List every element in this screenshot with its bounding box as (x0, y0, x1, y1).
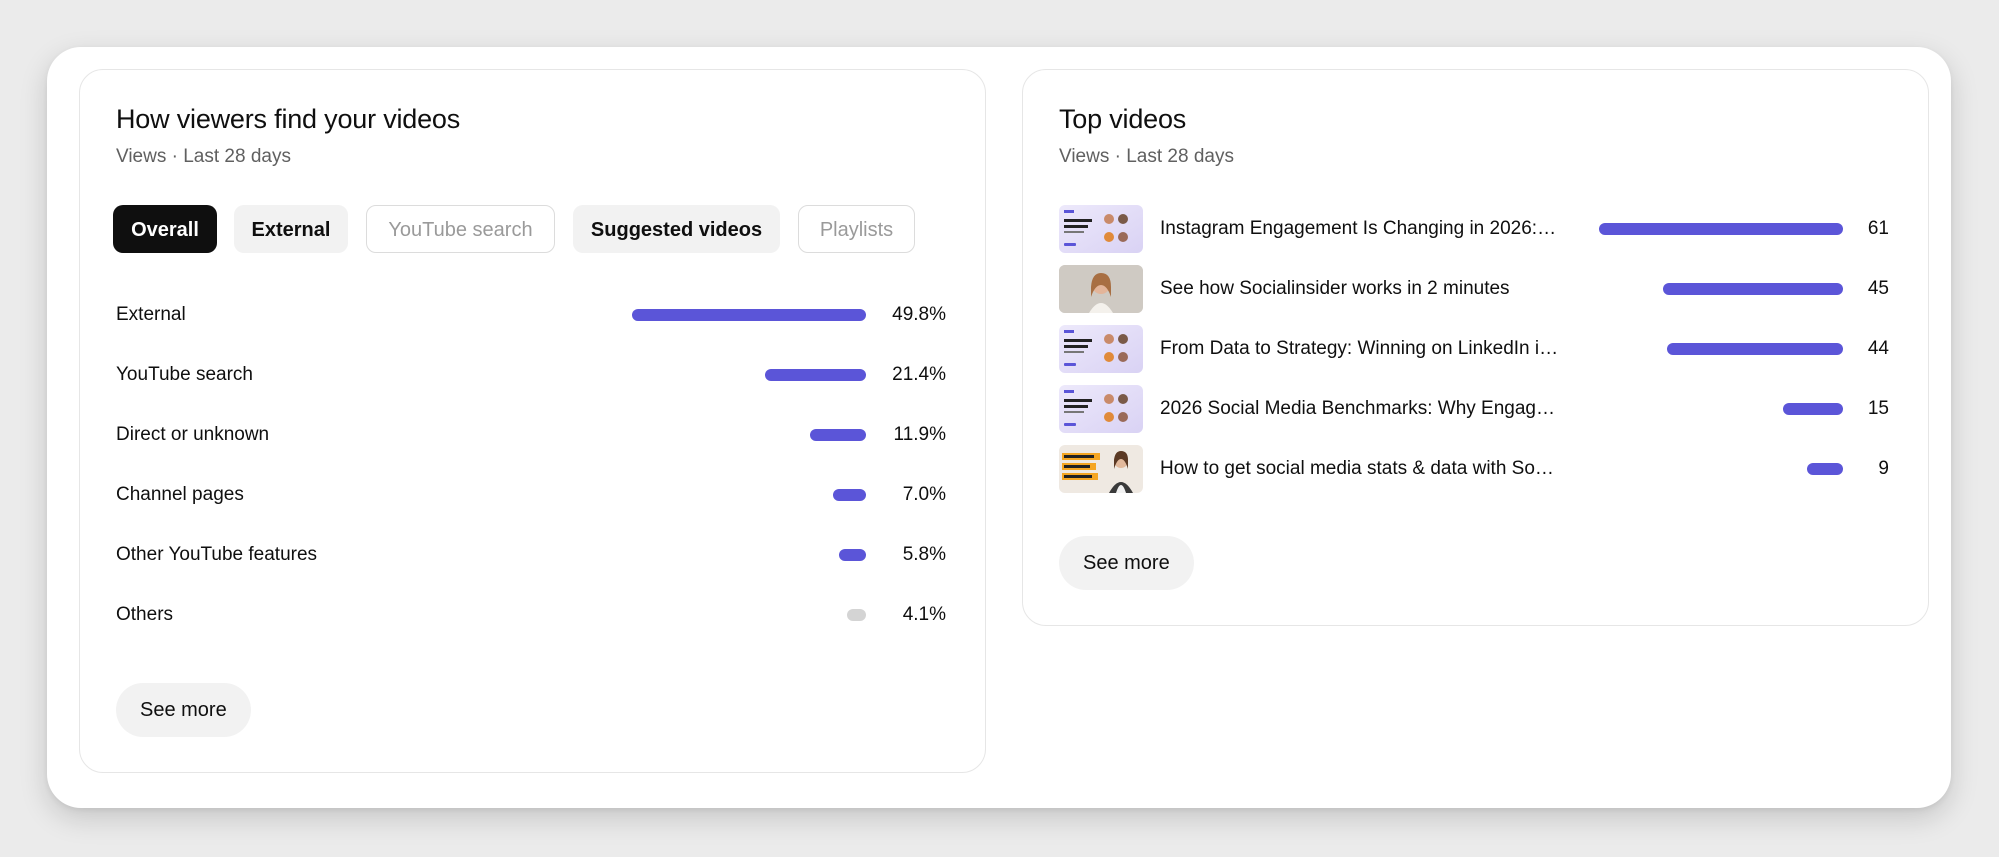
video-title[interactable]: 2026 Social Media Benchmarks: Why Engage… (1160, 398, 1560, 420)
traffic-source-value: 5.8% (902, 544, 946, 565)
video-title[interactable]: Instagram Engagement Is Changing in 2026… (1160, 218, 1560, 240)
video-views-bar (1667, 343, 1843, 355)
traffic-source-bar (846, 609, 866, 621)
traffic-source-label: YouTube search (116, 364, 253, 385)
video-row[interactable]: 2026 Social Media Benchmarks: Why Engage… (1059, 385, 1889, 433)
video-row[interactable]: How to get social media stats & data wit… (1059, 445, 1889, 493)
video-views-value: 44 (1867, 338, 1889, 359)
traffic-source-row: External 49.8% (116, 300, 946, 330)
video-title[interactable]: See how Socialinsider works in 2 minutes (1160, 278, 1560, 300)
traffic-source-row: Direct or unknown 11.9% (116, 420, 946, 450)
video-views-value: 61 (1867, 218, 1889, 239)
video-views-bar (1783, 403, 1843, 415)
chip-suggested-videos[interactable]: Suggested videos (573, 205, 780, 253)
chip-overall[interactable]: Overall (113, 205, 217, 253)
chip-playlists[interactable]: Playlists (798, 205, 915, 253)
traffic-source-label: Other YouTube features (116, 544, 318, 565)
video-title[interactable]: How to get social media stats & data wit… (1160, 458, 1560, 480)
top-videos-card: Top videos Views · Last 28 days Instagra… (1022, 69, 1929, 626)
chip-youtube-search[interactable]: YouTube search (366, 205, 555, 253)
traffic-source-row: Others 4.1% (116, 600, 946, 630)
video-views-value: 15 (1867, 398, 1889, 419)
traffic-source-value: 7.0% (902, 484, 946, 505)
traffic-sources-card: How viewers find your videos Views · Las… (79, 69, 986, 773)
traffic-source-label: Others (116, 604, 174, 625)
video-views-value: 45 (1867, 278, 1889, 299)
traffic-source-label: Channel pages (116, 484, 244, 505)
top-videos-see-more-button[interactable]: See more (1059, 536, 1194, 590)
video-thumbnail[interactable] (1059, 445, 1143, 493)
video-row[interactable]: Instagram Engagement Is Changing in 2026… (1059, 205, 1889, 253)
top-videos-subtitle: Views · Last 28 days (1059, 146, 1234, 167)
traffic-source-value: 49.8% (892, 304, 946, 325)
traffic-source-bar (810, 429, 866, 441)
video-thumbnail[interactable] (1059, 385, 1143, 433)
video-row[interactable]: From Data to Strategy: Winning on Linked… (1059, 325, 1889, 373)
traffic-see-more-button[interactable]: See more (116, 683, 251, 737)
traffic-sources-title: How viewers find your videos (116, 104, 461, 134)
traffic-source-value: 4.1% (902, 604, 946, 625)
video-views-bar (1807, 463, 1843, 475)
traffic-source-bar (838, 549, 866, 561)
video-views-bar (1599, 223, 1843, 235)
traffic-sources-subtitle: Views · Last 28 days (116, 146, 291, 167)
top-videos-title: Top videos (1059, 104, 1187, 134)
traffic-source-value: 11.9% (893, 424, 946, 445)
traffic-source-bar (765, 369, 866, 381)
traffic-source-label: Direct or unknown (116, 424, 270, 445)
chip-external[interactable]: External (234, 205, 348, 253)
traffic-source-bar (632, 309, 866, 321)
traffic-source-row: YouTube search 21.4% (116, 360, 946, 390)
video-views-bar (1663, 283, 1843, 295)
traffic-source-value: 21.4% (892, 364, 946, 385)
video-title[interactable]: From Data to Strategy: Winning on Linked… (1160, 338, 1560, 360)
video-row[interactable]: See how Socialinsider works in 2 minutes… (1059, 265, 1889, 313)
video-thumbnail[interactable] (1059, 205, 1143, 253)
video-thumbnail[interactable] (1059, 325, 1143, 373)
video-views-value: 9 (1878, 458, 1889, 479)
traffic-source-bar (833, 489, 866, 501)
traffic-source-row: Channel pages 7.0% (116, 480, 946, 510)
traffic-source-label: External (116, 304, 186, 325)
traffic-source-row: Other YouTube features 5.8% (116, 540, 946, 570)
video-thumbnail[interactable] (1059, 265, 1143, 313)
